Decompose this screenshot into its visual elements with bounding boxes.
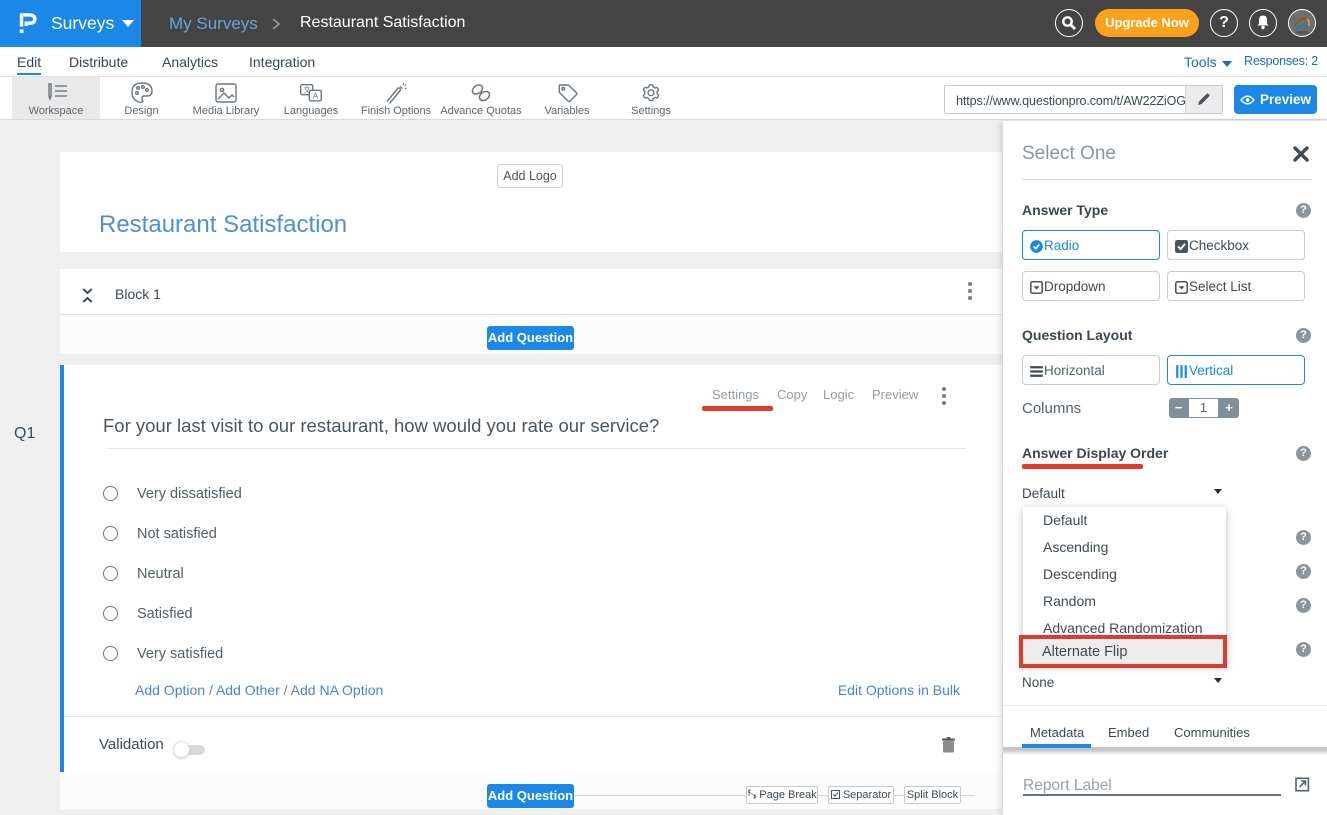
svg-text:A: A bbox=[313, 92, 319, 101]
